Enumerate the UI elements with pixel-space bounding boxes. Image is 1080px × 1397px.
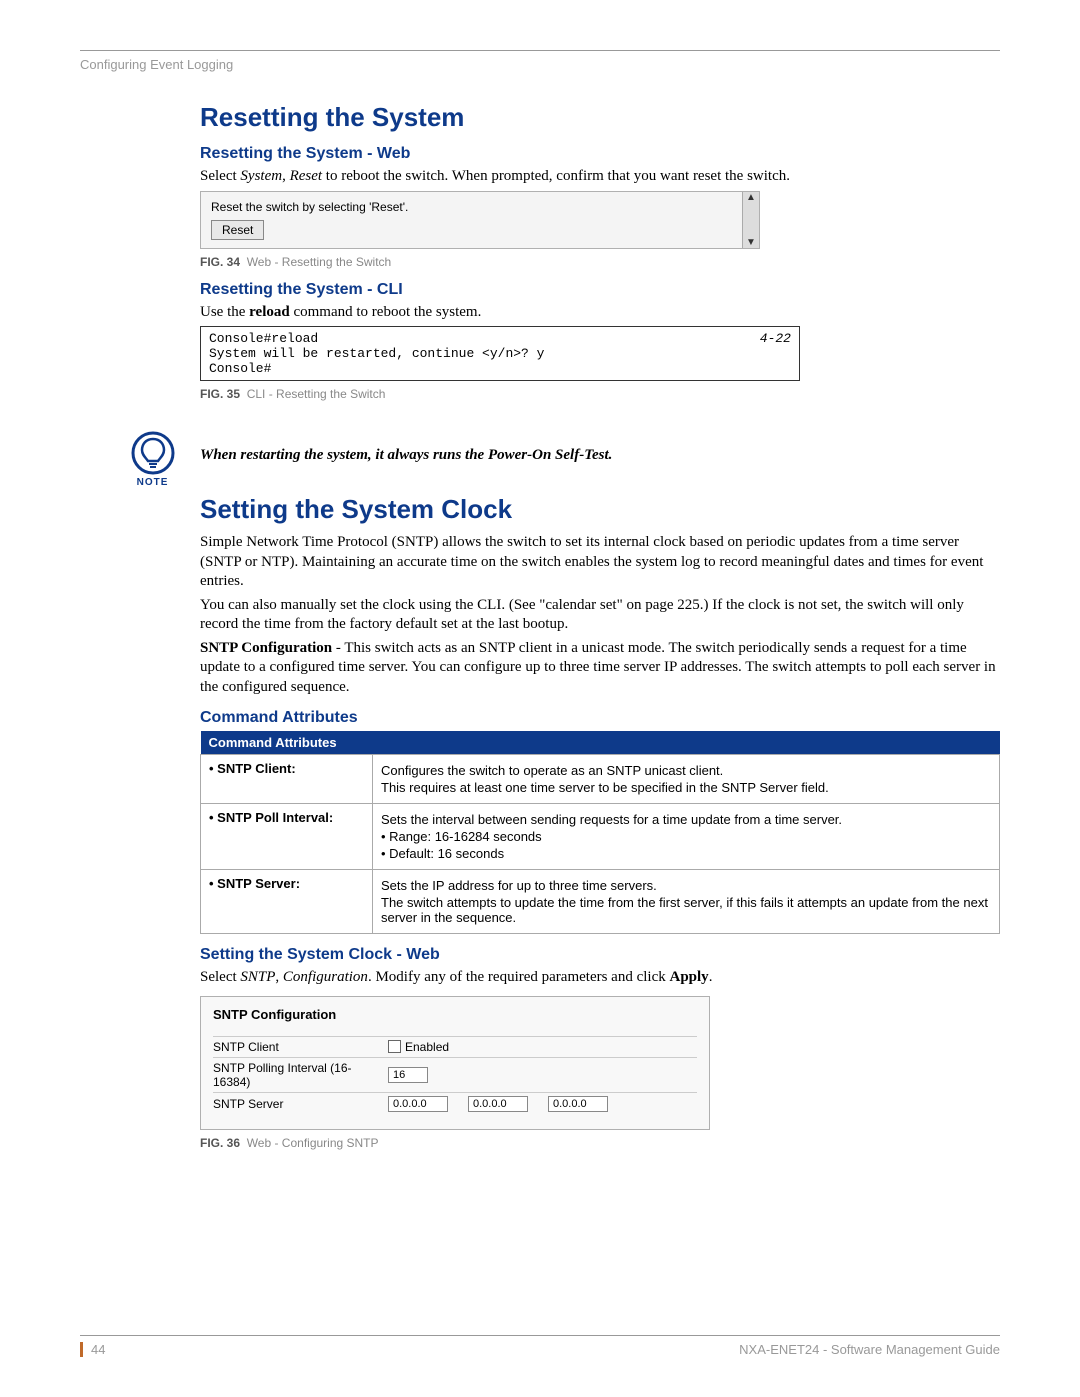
sntp-client-enabled: Enabled	[405, 1040, 449, 1054]
sntp-client-label: SNTP Client	[213, 1040, 388, 1054]
attr-key: • SNTP Client:	[201, 755, 373, 804]
scroll-up-icon[interactable]: ▲	[746, 192, 756, 203]
cli-ref: 4-22	[760, 331, 791, 376]
cli-box: Console#reload System will be restarted,…	[200, 326, 800, 381]
fig34-caption: FIG. 34 Web - Resetting the Switch	[200, 255, 1000, 269]
scroll-down-icon[interactable]: ▼	[746, 237, 756, 248]
fig36-caption: FIG. 36 Web - Configuring SNTP	[200, 1136, 1000, 1150]
footer-title: NXA-ENET24 - Software Management Guide	[739, 1342, 1000, 1357]
h2-resetting-web: Resetting the System - Web	[200, 145, 1000, 163]
table-row: • SNTP Server:Sets the IP address for up…	[201, 870, 1000, 934]
attr-key: • SNTP Poll Interval:	[201, 804, 373, 870]
table-row: • SNTP Poll Interval:Sets the interval b…	[201, 804, 1000, 870]
h2-resetting-cli: Resetting the System - CLI	[200, 281, 1000, 299]
p-clock-2: You can also manually set the clock usin…	[200, 596, 1000, 635]
cli-output: Console#reload System will be restarted,…	[209, 331, 544, 376]
sntp-server-input-2[interactable]: 0.0.0.0	[468, 1096, 528, 1112]
sntp-poll-label: SNTP Polling Interval (16-16384)	[213, 1061, 388, 1089]
p-resetting-cli: Use the reload command to reboot the sys…	[200, 303, 1000, 323]
p-clock-3: SNTP Configuration - This switch acts as…	[200, 639, 1000, 698]
fig34-text: Reset the switch by selecting 'Reset'.	[211, 200, 749, 214]
p-clock-web: Select SNTP, Configuration. Modify any o…	[200, 968, 1000, 988]
sntp-client-checkbox[interactable]	[388, 1040, 401, 1053]
page-number: 44	[80, 1342, 105, 1357]
note-icon: NOTE	[125, 431, 180, 488]
note-text: When restarting the system, it always ru…	[200, 431, 1000, 464]
table-header: Command Attributes	[201, 731, 1000, 755]
sntp-server-input-3[interactable]: 0.0.0.0	[548, 1096, 608, 1112]
p-clock-1: Simple Network Time Protocol (SNTP) allo…	[200, 533, 1000, 592]
attr-desc: Sets the interval between sending reques…	[373, 804, 1000, 870]
sntp-config-title: SNTP Configuration	[213, 1007, 697, 1022]
running-head: Configuring Event Logging	[80, 57, 1000, 72]
h1-resetting-system: Resetting the System	[200, 102, 1000, 133]
attr-key: • SNTP Server:	[201, 870, 373, 934]
sntp-server-label: SNTP Server	[213, 1097, 388, 1111]
attr-desc: Configures the switch to operate as an S…	[373, 755, 1000, 804]
page-footer: 44 NXA-ENET24 - Software Management Guid…	[80, 1335, 1000, 1357]
note-label: NOTE	[125, 477, 180, 488]
table-row: • SNTP Client:Configures the switch to o…	[201, 755, 1000, 804]
command-attributes-table: Command Attributes • SNTP Client:Configu…	[200, 731, 1000, 934]
fig35-caption: FIG. 35 CLI - Resetting the Switch	[200, 387, 1000, 401]
reset-button[interactable]: Reset	[211, 220, 264, 240]
fig34-box: Reset the switch by selecting 'Reset'. R…	[200, 191, 760, 249]
p-resetting-web: Select System, Reset to reboot the switc…	[200, 167, 1000, 187]
fig36-box: SNTP Configuration SNTP Client Enabled S…	[200, 996, 710, 1130]
scrollbar[interactable]: ▲ ▼	[742, 192, 759, 248]
h2-clock-web: Setting the System Clock - Web	[200, 946, 1000, 964]
sntp-poll-input[interactable]: 16	[388, 1067, 428, 1083]
h2-command-attributes: Command Attributes	[200, 709, 1000, 727]
attr-desc: Sets the IP address for up to three time…	[373, 870, 1000, 934]
sntp-server-input-1[interactable]: 0.0.0.0	[388, 1096, 448, 1112]
h1-system-clock: Setting the System Clock	[200, 494, 1000, 525]
